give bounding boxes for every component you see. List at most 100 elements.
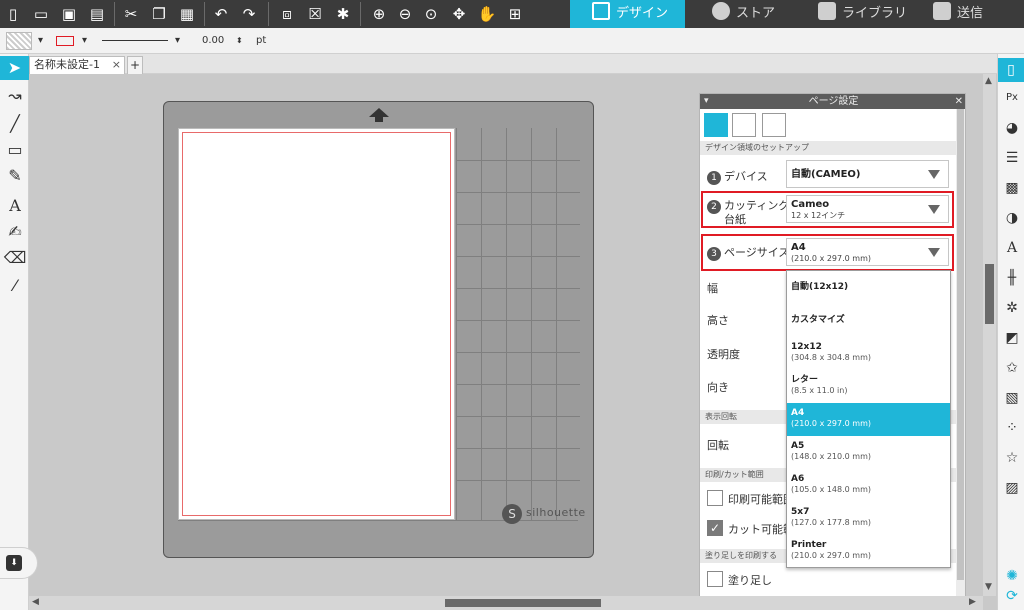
tab-view-settings[interactable] — [762, 113, 786, 137]
page-size-option[interactable]: A6 (105.0 x 148.0 mm) — [787, 469, 950, 502]
modify-icon[interactable]: ◩ — [1002, 328, 1022, 348]
point-edit-icon[interactable]: ↝ — [3, 84, 27, 108]
offset-icon[interactable]: ✩ — [1002, 358, 1022, 378]
gear-icon[interactable]: ✺ — [1002, 566, 1022, 586]
step-1-badge: 1 — [707, 171, 721, 185]
page-size-option[interactable]: 5x7 (127.0 x 177.8 mm) — [787, 502, 950, 535]
mat-sub: 12 x 12インチ — [791, 211, 846, 220]
hatch-icon[interactable]: ▨ — [1002, 478, 1022, 498]
page-settings-icon[interactable]: ▯ — [998, 58, 1024, 82]
eraser-tool-icon[interactable]: ⌫ — [3, 246, 27, 270]
vertical-scroll-thumb[interactable] — [985, 264, 994, 324]
chevron-down-icon[interactable]: ▾ — [38, 32, 43, 50]
option-name: 12x12 — [791, 342, 822, 352]
tab-store[interactable]: ストア — [700, 0, 775, 28]
save-icon[interactable]: ▣ — [58, 3, 80, 25]
select-tool-icon[interactable]: ➤ — [0, 56, 29, 80]
open-folder-icon[interactable]: ▭ — [30, 3, 52, 25]
page-size-option[interactable]: 自動(12x12) — [787, 271, 950, 304]
line-style-icon[interactable]: ☰ — [1002, 148, 1022, 168]
hand-icon[interactable]: ✋ — [476, 3, 498, 25]
align-icon[interactable]: ╫ — [1002, 268, 1022, 288]
page-size-dropdown[interactable]: A4 (210.0 x 297.0 mm) — [786, 238, 949, 266]
replicate-icon[interactable]: ✱ — [332, 3, 354, 25]
pencil-tool-icon[interactable]: ✎ — [3, 164, 27, 188]
close-icon[interactable]: ✕ — [955, 94, 963, 109]
width-label: 幅 — [707, 282, 718, 295]
close-icon[interactable]: × — [112, 57, 121, 73]
line-tool-icon[interactable]: ╱ — [3, 112, 27, 136]
redo-icon[interactable]: ↷ — [238, 3, 260, 25]
page-size-option[interactable]: A5 (148.0 x 210.0 mm) — [787, 436, 950, 469]
star-icon[interactable]: ☆ — [1002, 448, 1022, 468]
bleed-checkbox[interactable] — [707, 571, 723, 587]
undo-icon[interactable]: ↶ — [210, 3, 232, 25]
trace-icon[interactable]: ▧ — [1002, 388, 1022, 408]
text-tool-icon[interactable]: A — [3, 194, 27, 218]
print-icon[interactable]: ▤ — [86, 3, 108, 25]
print-area-checkbox[interactable] — [707, 490, 723, 506]
mat-dropdown[interactable]: Cameo 12 x 12インチ — [786, 195, 949, 223]
fill-swatch[interactable] — [6, 32, 32, 50]
add-tab-button[interactable]: + — [127, 56, 143, 74]
collapse-icon[interactable]: ▾ — [704, 94, 709, 109]
panel-scrollbar[interactable] — [956, 109, 965, 610]
page-size-option[interactable]: レター (8.5 x 11.0 in) — [787, 370, 950, 403]
line-width-input[interactable]: 0.00 — [202, 32, 234, 50]
device-dropdown[interactable]: 自動(CAMEO) — [786, 160, 949, 188]
stepper-icon[interactable]: ⬍ — [236, 32, 243, 50]
chevron-down-icon[interactable]: ▾ — [82, 32, 87, 50]
tab-grid-settings[interactable] — [732, 113, 756, 137]
horizontal-scroll-thumb[interactable] — [445, 599, 601, 607]
tab-design[interactable]: デザイン — [570, 0, 685, 28]
document-tab[interactable]: 名称未設定-1 × — [29, 56, 125, 74]
text-area-icon[interactable]: ✍ — [3, 220, 27, 244]
line-color-swatch[interactable] — [56, 36, 74, 46]
ungroup-icon[interactable]: ☒ — [304, 3, 326, 25]
chevron-down-icon[interactable]: ▾ — [175, 32, 180, 50]
page-size-option-selected[interactable]: A4 (210.0 x 297.0 mm) — [787, 403, 950, 436]
shadow-icon[interactable]: ◑ — [1002, 208, 1022, 228]
palette-icon[interactable]: ◕ — [1002, 118, 1022, 138]
knife-tool-icon[interactable]: ⁄ — [3, 274, 27, 298]
replicate-panel-icon[interactable]: ✲ — [1002, 298, 1022, 318]
scroll-down-icon[interactable]: ▼ — [985, 582, 992, 592]
new-file-icon[interactable]: ▯ — [2, 3, 24, 25]
paste-icon[interactable]: ▦ — [176, 3, 198, 25]
line-style-preview[interactable] — [102, 40, 168, 41]
bleed-label: 塗り足し — [728, 574, 772, 587]
page-size-option[interactable]: 12x12 (304.8 x 304.8 mm) — [787, 337, 950, 370]
cut-area-checkbox[interactable]: ✓ — [707, 520, 723, 536]
scroll-left-icon[interactable]: ◀ — [32, 597, 39, 607]
group-icon[interactable]: ⧈ — [276, 3, 298, 25]
copy-icon[interactable]: ❐ — [148, 3, 170, 25]
vertical-scrollbar[interactable]: ▲ ▼ — [983, 74, 996, 596]
tab-library[interactable]: ライブラリ — [810, 0, 907, 28]
tab-send[interactable]: 送信 — [925, 0, 983, 28]
chevron-down-icon — [928, 170, 940, 179]
pixscan-icon[interactable]: Px — [1002, 88, 1022, 108]
zoom-fit-icon[interactable]: ⊙ — [420, 3, 442, 25]
horizontal-scrollbar[interactable]: ◀ ▶ — [29, 596, 983, 610]
sync-icon[interactable]: ⟳ — [1002, 586, 1022, 606]
fill-pattern-icon[interactable]: ▩ — [1002, 178, 1022, 198]
panel-scroll-thumb[interactable] — [957, 109, 964, 580]
design-page[interactable] — [178, 128, 455, 520]
line-style-toolbar: ▾ ▾ ▾ 0.00 ⬍ pt — [0, 28, 1024, 54]
scroll-up-icon[interactable]: ▲ — [985, 76, 992, 86]
document-tab-bar: 名称未設定-1 × + — [29, 54, 997, 74]
zoom-out-icon[interactable]: ⊖ — [394, 3, 416, 25]
zoom-in-icon[interactable]: ⊕ — [368, 3, 390, 25]
page-size-option[interactable]: カスタマイズ — [787, 304, 950, 337]
rectangle-tool-icon[interactable]: ▭ — [3, 138, 27, 162]
pan-arrows-icon[interactable]: ✥ — [448, 3, 470, 25]
page-size-option[interactable]: Printer (210.0 x 297.0 mm) — [787, 535, 950, 568]
cut-icon[interactable]: ✂ — [120, 3, 142, 25]
library-drawer-toggle[interactable]: ⬇ — [0, 547, 38, 579]
document-tab-label: 名称未設定-1 — [34, 58, 100, 71]
text-style-icon[interactable]: A — [1002, 238, 1022, 258]
sketch-icon[interactable]: ⁘ — [1002, 418, 1022, 438]
scroll-right-icon[interactable]: ▶ — [969, 597, 976, 607]
tab-page-settings[interactable] — [704, 113, 728, 137]
crosshair-icon[interactable]: ⊞ — [504, 3, 526, 25]
